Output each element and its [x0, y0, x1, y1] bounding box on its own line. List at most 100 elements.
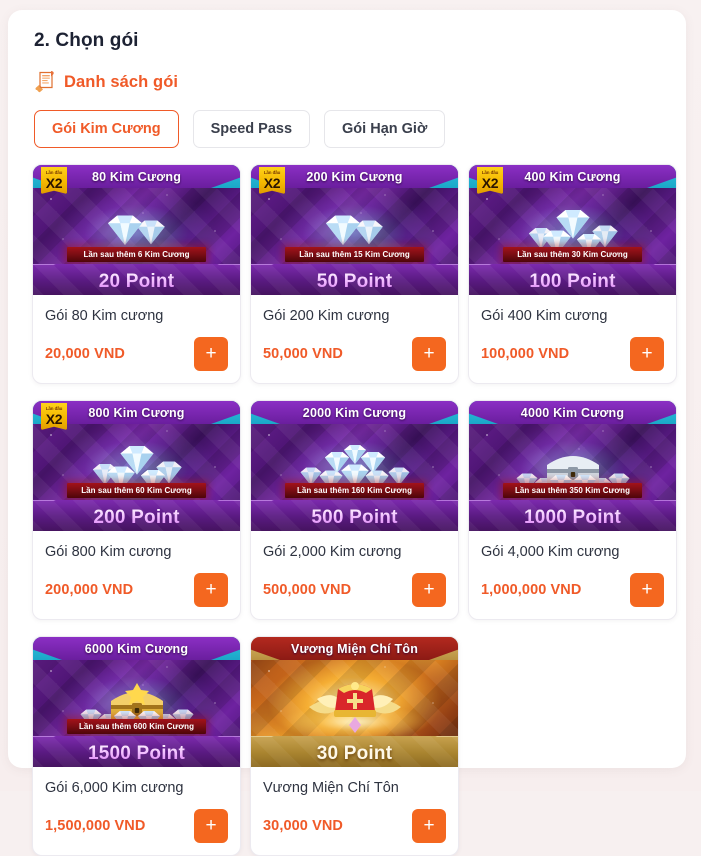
package-banner: 400 Kim Cương Lần đầu X2 Lần sau thêm 30 Ki… — [469, 165, 676, 295]
bonus-ribbon-text: Lần sau thêm 160 Kim Cương — [296, 486, 413, 495]
add-package-button[interactable]: + — [630, 573, 664, 607]
package-name: Gói 400 Kim cương — [481, 308, 608, 324]
add-package-button[interactable]: + — [412, 337, 446, 371]
scroll-list-icon — [34, 70, 56, 94]
point-value: 100 Point — [469, 268, 676, 295]
package-card[interactable]: 2000 Kim Cương Lần sau thêm 160 Kim Cương… — [250, 400, 459, 620]
package-type-tabs: Gói Kim Cương Speed Pass Gói Hạn Giờ — [34, 110, 670, 148]
point-value: 500 Point — [251, 504, 458, 531]
point-value: 50 Point — [251, 268, 458, 295]
tab-speed-pass[interactable]: Speed Pass — [192, 110, 311, 148]
package-banner: 200 Kim Cương Lần đầu X2 Lần sau thêm 15 Ki… — [251, 165, 458, 295]
package-card[interactable]: 400 Kim Cương Lần đầu X2 Lần sau thêm 30 Ki… — [468, 164, 677, 384]
package-card[interactable]: 800 Kim Cương Lần đầu X2 Lần sau thêm 60 Ki… — [32, 400, 241, 620]
package-footer: 20,000 VND + — [45, 337, 228, 371]
choose-package-panel: 2. Chọn gói Danh sách gói Gói Kim Cương … — [8, 10, 686, 856]
badge-main-text: X2 — [45, 175, 63, 191]
package-card[interactable]: 6000 Kim Cương Lần sau thêm 600 Kim Cương… — [32, 636, 241, 856]
first-time-x2-badge: Lần đầu X2 — [41, 403, 67, 430]
add-package-button[interactable]: + — [412, 809, 446, 843]
add-package-button[interactable]: + — [630, 337, 664, 371]
package-price: 500,000 VND — [263, 582, 352, 598]
banner-title: 2000 Kim Cương — [302, 406, 407, 420]
package-banner: 80 Kim Cương Lần đầu X2 Lần sau thêm 6 Kim … — [33, 165, 240, 295]
add-package-button[interactable]: + — [412, 573, 446, 607]
bonus-ribbon: Lần sau thêm 160 Kim Cương — [285, 483, 424, 498]
package-name: Gói 80 Kim cương — [45, 308, 164, 324]
badge-main-text: X2 — [481, 175, 499, 191]
package-name: Gói 2,000 Kim cương — [263, 544, 402, 560]
package-list-heading: Danh sách gói — [34, 70, 670, 94]
package-card[interactable]: 200 Kim Cương Lần đầu X2 Lần sau thêm 15 Ki… — [250, 164, 459, 384]
package-price: 30,000 VND — [263, 818, 343, 834]
point-bar: 1000 Point — [469, 500, 676, 531]
package-card[interactable]: 4000 Kim Cương Lần sau thêm 350 Kim Cương… — [468, 400, 677, 620]
package-list-label: Danh sách gói — [64, 72, 179, 91]
package-footer: 100,000 VND + — [481, 337, 664, 371]
first-time-x2-badge: Lần đầu X2 — [41, 167, 67, 194]
package-name: Gói 6,000 Kim cương — [45, 780, 184, 796]
package-price: 1,500,000 VND — [45, 818, 146, 834]
bonus-ribbon: Lần sau thêm 15 Kim Cương — [285, 247, 424, 262]
bonus-ribbon: Lần sau thêm 600 Kim Cương — [67, 719, 206, 734]
banner-title: Vương Miện Chí Tôn — [290, 642, 419, 656]
package-price: 200,000 VND — [45, 582, 134, 598]
package-card-body: Gói 2,000 Kim cương 500,000 VND + — [251, 531, 458, 619]
package-footer: 500,000 VND + — [263, 573, 446, 607]
bonus-ribbon-text: Lần sau thêm 30 Kim Cương — [517, 250, 628, 259]
package-card[interactable]: 80 Kim Cương Lần đầu X2 Lần sau thêm 6 Kim … — [32, 164, 241, 384]
point-value: 1000 Point — [469, 504, 676, 531]
tab-goi-han-gio[interactable]: Gói Hạn Giờ — [324, 110, 446, 148]
add-package-button[interactable]: + — [194, 809, 228, 843]
page-title: 2. Chọn gói — [34, 30, 139, 51]
package-name: Gói 4,000 Kim cương — [481, 544, 620, 560]
package-banner: 4000 Kim Cương Lần sau thêm 350 Kim Cương… — [469, 401, 676, 531]
badge-main-text: X2 — [45, 411, 63, 427]
package-card-body: Gói 4,000 Kim cương 1,000,000 VND + — [469, 531, 676, 619]
badge-main-text: X2 — [263, 175, 281, 191]
page-background: 2. Chọn gói Danh sách gói Gói Kim Cương … — [0, 0, 701, 856]
point-bar: 500 Point — [251, 500, 458, 531]
package-card-body: Gói 200 Kim cương 50,000 VND + — [251, 295, 458, 383]
package-footer: 50,000 VND + — [263, 337, 446, 371]
banner-title: 4000 Kim Cương — [520, 406, 625, 420]
first-time-x2-badge: Lần đầu X2 — [259, 167, 285, 194]
point-bar: 200 Point — [33, 500, 240, 531]
package-price: 50,000 VND — [263, 346, 343, 362]
package-card-body: Gói 6,000 Kim cương 1,500,000 VND + — [33, 767, 240, 855]
bonus-ribbon-text: Lần sau thêm 350 Kim Cương — [514, 486, 631, 495]
bonus-ribbon: Lần sau thêm 6 Kim Cương — [67, 247, 206, 262]
package-card-body: Vương Miện Chí Tôn 30,000 VND + — [251, 767, 458, 855]
point-bar: 30 Point — [251, 736, 458, 767]
package-name: Gói 800 Kim cương — [45, 544, 172, 560]
package-banner: 2000 Kim Cương Lần sau thêm 160 Kim Cương… — [251, 401, 458, 531]
bonus-ribbon-text: Lần sau thêm 15 Kim Cương — [299, 250, 410, 259]
point-bar: 50 Point — [251, 264, 458, 295]
point-value: 30 Point — [316, 742, 393, 764]
bonus-ribbon: Lần sau thêm 30 Kim Cương — [503, 247, 642, 262]
package-card-body: Gói 800 Kim cương 200,000 VND + — [33, 531, 240, 619]
package-grid: 80 Kim Cương Lần đầu X2 Lần sau thêm 6 Kim … — [32, 164, 677, 856]
point-value: 200 Point — [33, 504, 240, 531]
bonus-ribbon-text: Lần sau thêm 6 Kim Cương — [83, 250, 190, 259]
package-footer: 30,000 VND + — [263, 809, 446, 843]
add-package-button[interactable]: + — [194, 573, 228, 607]
package-card-body: Gói 400 Kim cương 100,000 VND + — [469, 295, 676, 383]
package-name: Vương Miện Chí Tôn — [263, 780, 399, 796]
package-footer: 1,500,000 VND + — [45, 809, 228, 843]
package-card[interactable]: Vương Miện Chí Tôn 30 Point Vương Miện Chí… — [250, 636, 459, 856]
tab-goi-kim-cuong[interactable]: Gói Kim Cương — [34, 110, 179, 148]
package-banner: 800 Kim Cương Lần đầu X2 Lần sau thêm 60 Ki… — [33, 401, 240, 531]
add-package-button[interactable]: + — [194, 337, 228, 371]
crown-artwork — [251, 667, 458, 737]
package-banner: Vương Miện Chí Tôn 30 Point — [251, 637, 458, 767]
point-bar: 100 Point — [469, 264, 676, 295]
banner-title: 6000 Kim Cương — [84, 642, 189, 656]
point-bar: 20 Point — [33, 264, 240, 295]
bonus-ribbon: Lần sau thêm 350 Kim Cương — [503, 483, 642, 498]
bonus-ribbon-text: Lần sau thêm 60 Kim Cương — [81, 486, 192, 495]
package-footer: 200,000 VND + — [45, 573, 228, 607]
package-price: 20,000 VND — [45, 346, 125, 362]
point-value: 20 Point — [33, 268, 240, 295]
package-price: 100,000 VND — [481, 346, 570, 362]
